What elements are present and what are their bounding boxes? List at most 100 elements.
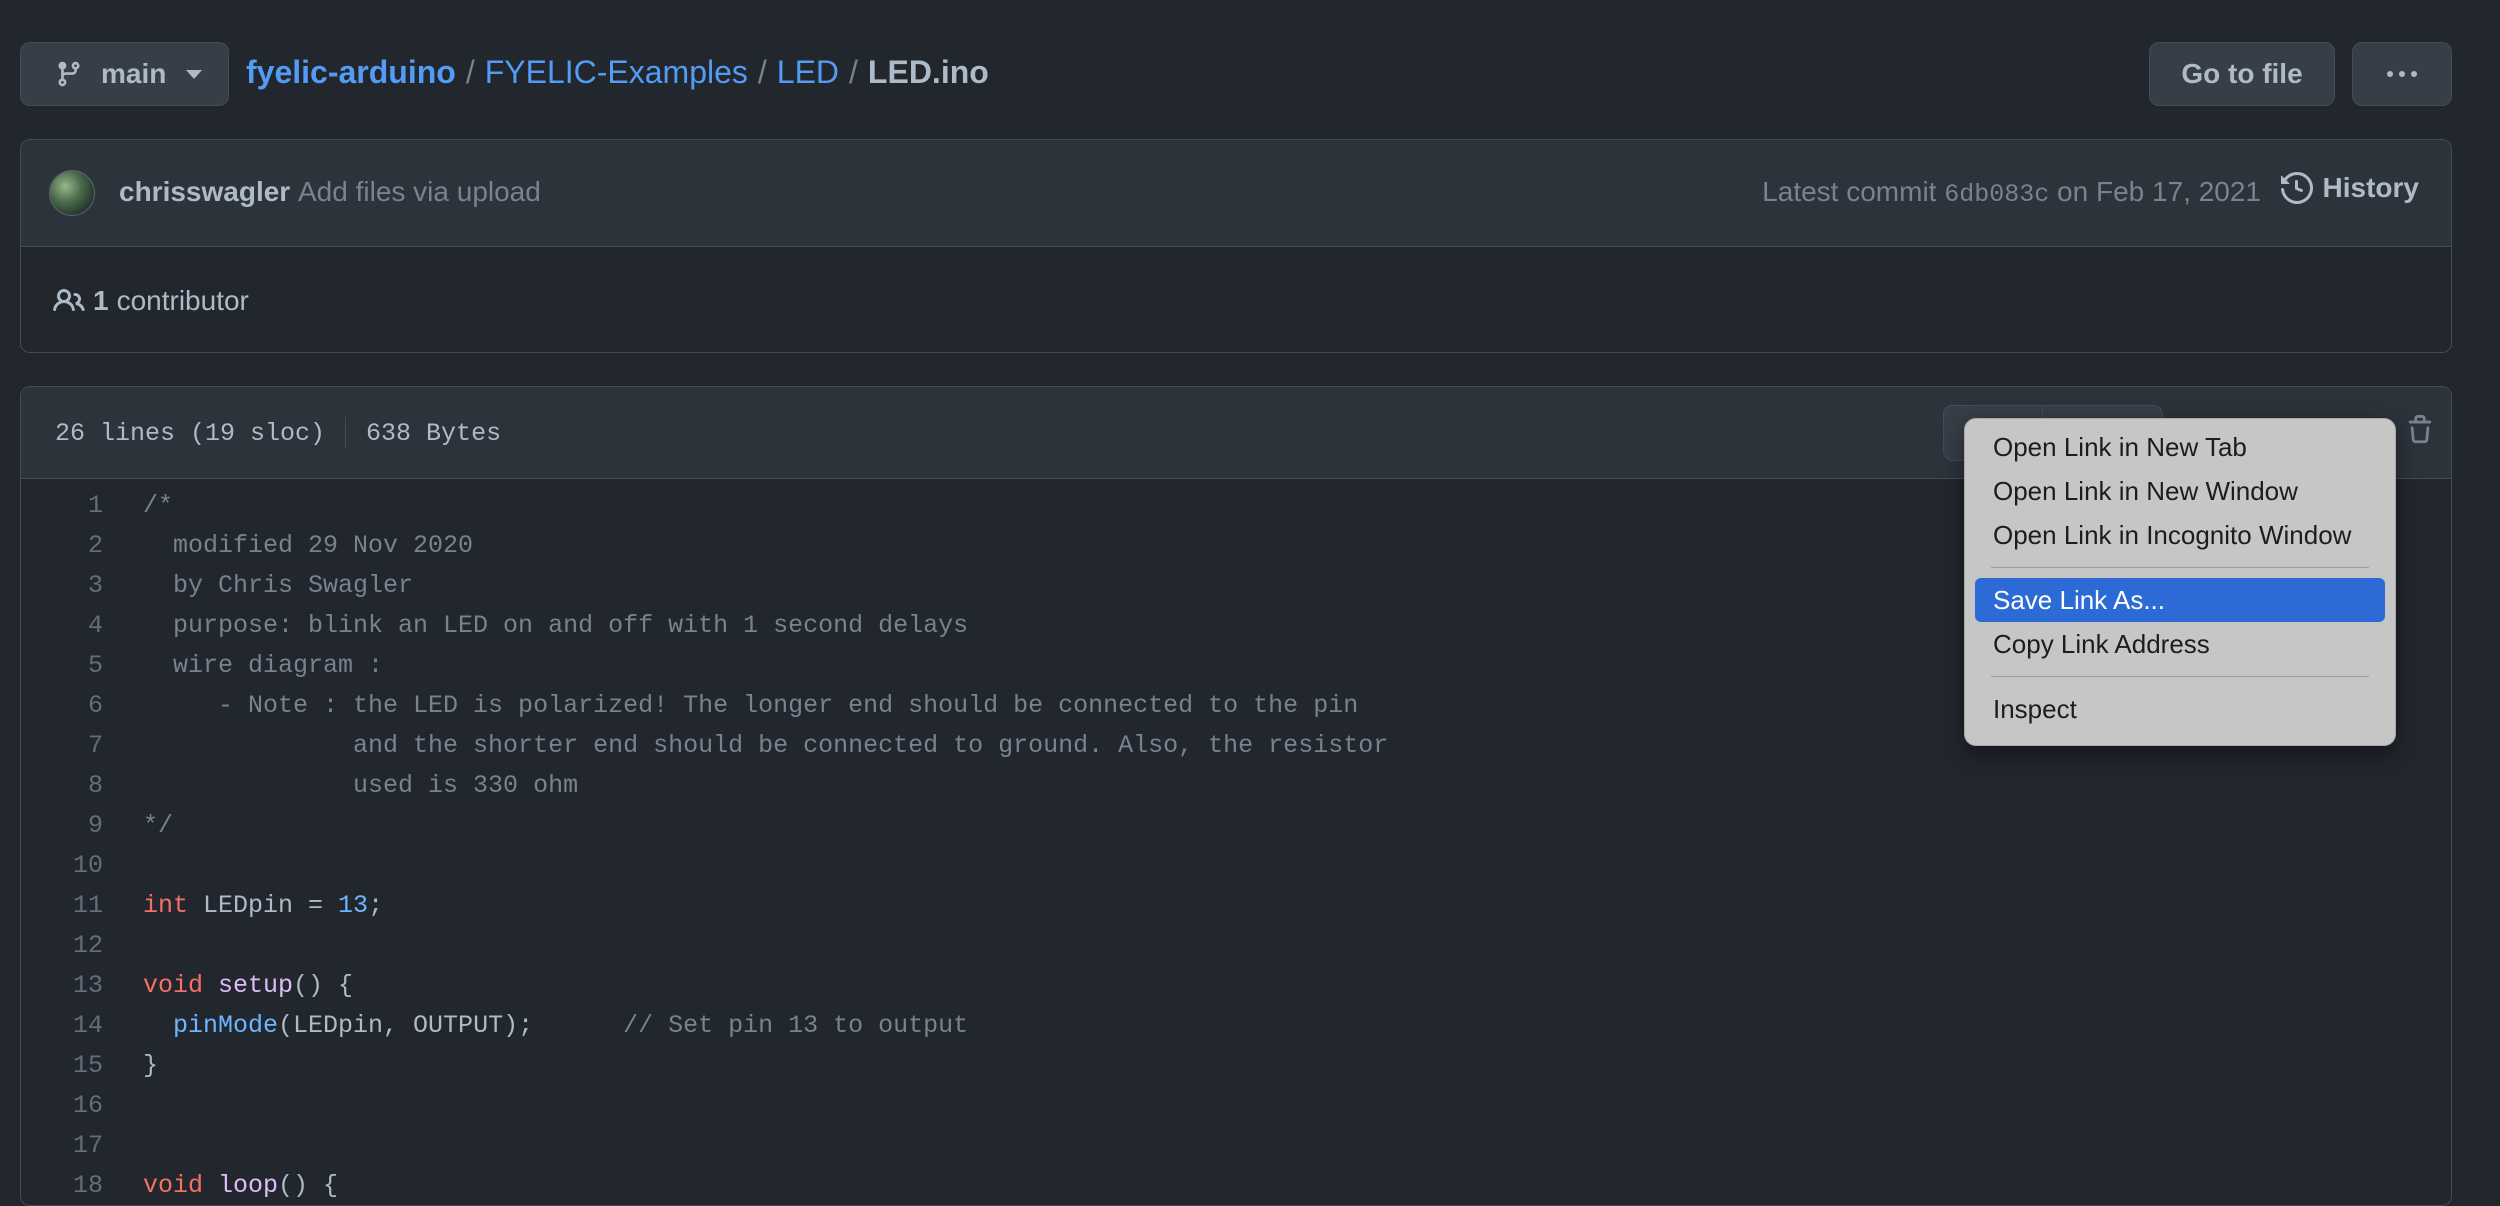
contributors-link[interactable]: 1 contributor — [53, 285, 249, 317]
line-number[interactable]: 7 — [21, 731, 103, 760]
code-token: */ — [143, 810, 174, 840]
code-text: modified 29 Nov 2020 — [103, 531, 473, 560]
divider — [345, 417, 347, 449]
line-number[interactable]: 13 — [21, 971, 103, 1000]
line-number[interactable]: 3 — [21, 571, 103, 600]
code-token: modified 29 Nov 2020 — [143, 530, 474, 560]
breadcrumb-separator: / — [757, 54, 767, 90]
menu-item-inspect[interactable]: Inspect — [1975, 687, 2385, 731]
latest-commit-row: chrisswagler Add files via upload Latest… — [21, 140, 2451, 247]
people-icon — [53, 288, 85, 312]
code-line: 9 */ — [21, 805, 2451, 845]
line-number[interactable]: 16 — [21, 1091, 103, 1120]
code-text: wire diagram : — [103, 651, 383, 680]
code-token: void — [143, 1170, 204, 1200]
line-number[interactable]: 15 — [21, 1051, 103, 1080]
branch-label: main — [101, 58, 167, 89]
history-label: History — [2322, 172, 2419, 203]
file-line-count: 26 lines (19 sloc) — [55, 418, 326, 448]
breadcrumb-folder-link[interactable]: LED — [777, 54, 839, 90]
line-number[interactable]: 9 — [21, 811, 103, 840]
history-icon — [2280, 172, 2313, 204]
code-text: purpose: blink an LED on and off with 1 … — [103, 611, 968, 640]
line-number[interactable]: 6 — [21, 691, 103, 720]
code-token: used is 330 ohm — [143, 770, 579, 800]
code-token: () { — [278, 1170, 339, 1200]
contributor-label: contributor — [116, 285, 249, 316]
line-number[interactable]: 18 — [21, 1171, 103, 1200]
code-text: used is 330 ohm — [103, 771, 578, 800]
commit-message-link[interactable]: Add files via upload — [298, 176, 541, 208]
code-line: 11 int LEDpin = 13; — [21, 885, 2451, 925]
menu-item-copy-link-address[interactable]: Copy Link Address — [1975, 622, 2385, 666]
code-text: /* — [103, 491, 173, 520]
code-token: and the shorter end should be connected … — [143, 730, 1389, 760]
code-text: void setup() { — [103, 971, 353, 1000]
commit-sha-link[interactable]: 6db083c — [1944, 180, 2049, 209]
git-branch-icon — [58, 61, 80, 87]
line-number[interactable]: 1 — [21, 491, 103, 520]
code-token: pinMode — [143, 1010, 279, 1040]
line-number[interactable]: 12 — [21, 931, 103, 960]
code-token: (LEDpin, OUTPUT); — [278, 1010, 624, 1040]
code-token: () { — [293, 970, 354, 1000]
code-text: void loop() { — [103, 1171, 338, 1200]
file-size: 638 Bytes — [366, 418, 502, 448]
breadcrumb-separator: / — [849, 54, 858, 90]
caret-down-icon — [186, 69, 203, 79]
file-info: 26 lines (19 sloc) 638 Bytes — [55, 417, 501, 449]
commit-author-link[interactable]: chrisswagler — [119, 176, 290, 208]
code-line: 8 used is 330 ohm — [21, 765, 2451, 805]
code-line: 15} — [21, 1045, 2451, 1085]
history-link[interactable]: History — [2280, 172, 2419, 204]
line-number[interactable]: 5 — [21, 651, 103, 680]
code-line: 12 — [21, 925, 2451, 965]
code-token: } — [143, 1050, 159, 1080]
code-token: purpose: blink an LED on and off with 1 … — [143, 610, 969, 640]
menu-separator — [1991, 676, 2369, 677]
code-text: by Chris Swagler — [103, 571, 413, 600]
code-token: // Set pin 13 to output — [623, 1010, 969, 1040]
code-token: wire diagram : — [143, 650, 384, 680]
code-token: loop — [203, 1170, 279, 1200]
avatar[interactable] — [49, 170, 95, 216]
code-token: /* — [143, 490, 174, 520]
menu-separator — [1991, 567, 2369, 568]
code-line: 10 — [21, 845, 2451, 885]
go-to-file-button[interactable]: Go to file — [2149, 42, 2335, 106]
menu-item-open-new-window[interactable]: Open Link in New Window — [1975, 469, 2385, 513]
trash-icon[interactable] — [2405, 413, 2435, 447]
code-text: and the shorter end should be connected … — [103, 731, 1388, 760]
commit-summary-box: chrisswagler Add files via upload Latest… — [20, 139, 2452, 353]
breadcrumb: fyelic-arduino / FYELIC-Examples / LED / LED.i… — [246, 54, 989, 91]
more-options-button[interactable] — [2352, 42, 2452, 106]
line-number[interactable]: 2 — [21, 531, 103, 560]
code-token: void — [143, 970, 204, 1000]
breadcrumb-folder-link[interactable]: FYELIC-Examples — [485, 54, 748, 90]
menu-item-open-incognito[interactable]: Open Link in Incognito Window — [1975, 513, 2385, 557]
line-number[interactable]: 8 — [21, 771, 103, 800]
context-menu: Open Link in New Tab Open Link in New Wi… — [1964, 418, 2396, 746]
code-token: int — [143, 890, 189, 920]
line-number[interactable]: 11 — [21, 891, 103, 920]
breadcrumb-current-file: LED.ino — [867, 54, 989, 90]
branch-select-button[interactable]: main — [20, 42, 229, 106]
code-line: 14 pinMode(LEDpin, OUTPUT); // Set pin 1… — [21, 1005, 2451, 1045]
code-token: - Note : the LED is polarized! The longe… — [143, 690, 1359, 720]
line-number[interactable]: 4 — [21, 611, 103, 640]
kebab-horizontal-icon — [2387, 71, 2417, 77]
code-token: by Chris Swagler — [143, 570, 414, 600]
menu-item-save-link-as[interactable]: Save Link As... — [1975, 578, 2385, 622]
line-number[interactable]: 14 — [21, 1011, 103, 1040]
code-text: */ — [103, 811, 173, 840]
code-token: setup — [203, 970, 294, 1000]
line-number[interactable]: 17 — [21, 1131, 103, 1160]
file-navigation: main fyelic-arduino / FYELIC-Examples / LED /… — [20, 42, 2452, 106]
contributors-row: 1 contributor — [21, 247, 2451, 352]
menu-item-open-new-tab[interactable]: Open Link in New Tab — [1975, 425, 2385, 469]
breadcrumb-repo-link[interactable]: fyelic-arduino — [246, 54, 456, 90]
code-text: } — [103, 1051, 158, 1080]
line-number[interactable]: 10 — [21, 851, 103, 880]
code-text: pinMode(LEDpin, OUTPUT); // Set pin 13 t… — [103, 1011, 968, 1040]
code-token: 13 — [338, 890, 369, 920]
